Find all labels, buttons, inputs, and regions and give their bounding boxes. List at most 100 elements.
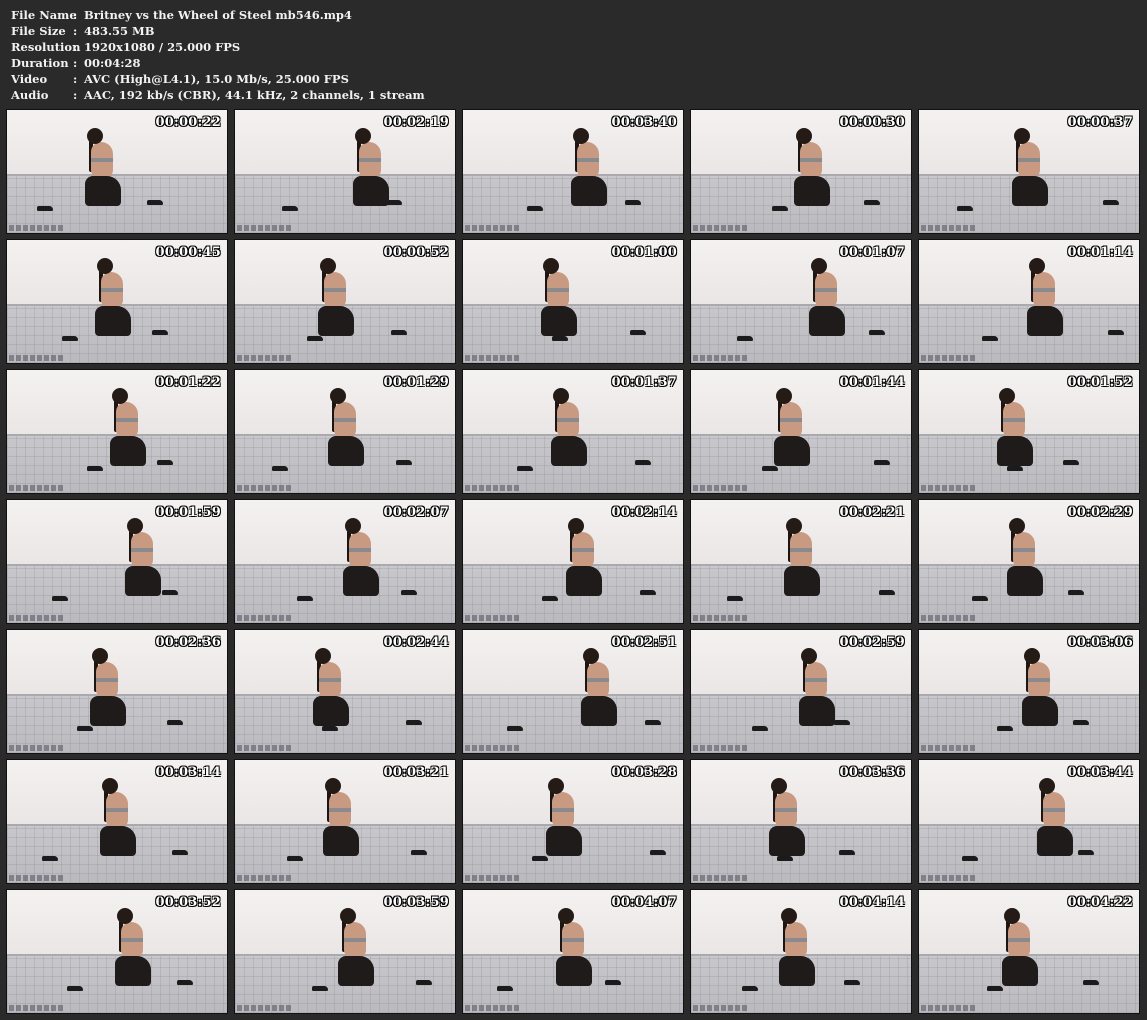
thumbnail-timestamp: 00:00:37 bbox=[1067, 115, 1133, 130]
video-thumbnail[interactable]: 00:01:59 bbox=[6, 499, 228, 624]
video-thumbnail[interactable]: 00:03:40 bbox=[462, 109, 684, 234]
shoe bbox=[1063, 460, 1079, 465]
video-thumbnail[interactable]: 00:03:28 bbox=[462, 759, 684, 884]
shoe bbox=[416, 980, 432, 985]
figure-harness bbox=[359, 158, 381, 162]
info-value: AAC, 192 kb/s (CBR), 44.1 kHz, 2 channel… bbox=[84, 88, 425, 102]
figure-legs bbox=[323, 826, 359, 856]
video-thumbnail[interactable]: 00:02:21 bbox=[690, 499, 912, 624]
video-thumbnail[interactable]: 00:01:52 bbox=[918, 369, 1140, 494]
video-thumbnail[interactable]: 00:02:29 bbox=[918, 499, 1140, 624]
video-thumbnail[interactable]: 00:02:19 bbox=[234, 109, 456, 234]
video-thumbnail[interactable]: 00:00:22 bbox=[6, 109, 228, 234]
figure-silhouette bbox=[558, 518, 604, 600]
figure-silhouette bbox=[330, 908, 376, 990]
video-thumbnail[interactable]: 00:02:51 bbox=[462, 629, 684, 754]
video-thumbnail[interactable]: 00:02:59 bbox=[690, 629, 912, 754]
video-thumbnail[interactable]: 00:04:22 bbox=[918, 889, 1140, 1014]
info-row: File Name: Britney vs the Wheel of Steel … bbox=[11, 7, 425, 23]
figure-harness bbox=[572, 548, 594, 552]
figure-harness bbox=[116, 418, 138, 422]
watermark bbox=[9, 1005, 65, 1011]
figure-legs bbox=[1027, 306, 1063, 336]
figure-head bbox=[102, 778, 118, 794]
figure-silhouette bbox=[315, 778, 361, 860]
video-thumbnail[interactable]: 00:03:14 bbox=[6, 759, 228, 884]
figure-harness bbox=[319, 678, 341, 682]
thumbnail-timestamp: 00:01:37 bbox=[611, 375, 677, 390]
video-thumbnail[interactable]: 00:03:21 bbox=[234, 759, 456, 884]
shoe bbox=[157, 460, 173, 465]
figure-silhouette bbox=[1029, 778, 1075, 860]
figure-harness bbox=[101, 288, 123, 292]
watermark bbox=[693, 875, 749, 881]
thumbnail-timestamp: 00:03:14 bbox=[155, 765, 221, 780]
video-thumbnail[interactable]: 00:01:37 bbox=[462, 369, 684, 494]
video-thumbnail[interactable]: 00:01:44 bbox=[690, 369, 912, 494]
info-separator: : bbox=[73, 24, 78, 38]
video-thumbnail[interactable]: 00:00:30 bbox=[690, 109, 912, 234]
figure-legs bbox=[1022, 696, 1058, 726]
video-thumbnail[interactable]: 00:04:14 bbox=[690, 889, 912, 1014]
figure-harness bbox=[1008, 938, 1030, 942]
thumbnail-timestamp: 00:03:21 bbox=[383, 765, 449, 780]
watermark bbox=[237, 355, 293, 361]
figure-harness bbox=[552, 808, 574, 812]
shoe bbox=[177, 980, 193, 985]
figure-head bbox=[97, 258, 113, 274]
shoe bbox=[272, 466, 288, 471]
thumbnail-timestamp: 00:03:36 bbox=[839, 765, 905, 780]
video-thumbnail[interactable]: 00:03:36 bbox=[690, 759, 912, 884]
figure-legs bbox=[110, 436, 146, 466]
info-separator: : bbox=[73, 40, 78, 54]
watermark bbox=[465, 615, 521, 621]
thumbnail-timestamp: 00:01:52 bbox=[1067, 375, 1133, 390]
figure-harness bbox=[775, 808, 797, 812]
shoe bbox=[630, 330, 646, 335]
shoe bbox=[391, 330, 407, 335]
info-value: Britney vs the Wheel of Steel mb546.mp4 bbox=[84, 8, 352, 22]
video-thumbnail[interactable]: 00:00:45 bbox=[6, 239, 228, 364]
watermark bbox=[237, 1005, 293, 1011]
info-value: 1920x1080 / 25.000 FPS bbox=[84, 40, 241, 54]
video-thumbnail[interactable]: 00:01:22 bbox=[6, 369, 228, 494]
video-thumbnail[interactable]: 00:01:14 bbox=[918, 239, 1140, 364]
figure-silhouette bbox=[107, 908, 153, 990]
shoe bbox=[839, 850, 855, 855]
figure-silhouette bbox=[999, 518, 1045, 600]
video-thumbnail[interactable]: 00:02:44 bbox=[234, 629, 456, 754]
video-thumbnail[interactable]: 00:00:37 bbox=[918, 109, 1140, 234]
figure-head bbox=[325, 778, 341, 794]
video-thumbnail[interactable]: 00:03:52 bbox=[6, 889, 228, 1014]
figure-harness bbox=[121, 938, 143, 942]
video-thumbnail[interactable]: 00:04:07 bbox=[462, 889, 684, 1014]
video-thumbnail[interactable]: 00:02:07 bbox=[234, 499, 456, 624]
video-thumbnail[interactable]: 00:00:52 bbox=[234, 239, 456, 364]
watermark bbox=[237, 225, 293, 231]
figure-legs bbox=[566, 566, 602, 596]
video-thumbnail[interactable]: 00:03:44 bbox=[918, 759, 1140, 884]
figure-head bbox=[112, 388, 128, 404]
shoe bbox=[874, 460, 890, 465]
figure-legs bbox=[1002, 956, 1038, 986]
file-info-panel: File Name: Britney vs the Wheel of Steel … bbox=[11, 7, 425, 103]
video-thumbnail[interactable]: 00:01:00 bbox=[462, 239, 684, 364]
watermark bbox=[693, 1005, 749, 1011]
video-thumbnail[interactable]: 00:02:36 bbox=[6, 629, 228, 754]
video-thumbnail[interactable]: 00:03:06 bbox=[918, 629, 1140, 754]
figure-head bbox=[811, 258, 827, 274]
watermark bbox=[465, 485, 521, 491]
figure-silhouette bbox=[1014, 648, 1060, 730]
video-thumbnail[interactable]: 00:01:07 bbox=[690, 239, 912, 364]
video-thumbnail[interactable]: 00:02:14 bbox=[462, 499, 684, 624]
figure-harness bbox=[562, 938, 584, 942]
figure-legs bbox=[313, 696, 349, 726]
figure-silhouette bbox=[77, 128, 123, 210]
video-thumbnail[interactable]: 00:03:59 bbox=[234, 889, 456, 1014]
video-thumbnail[interactable]: 00:01:29 bbox=[234, 369, 456, 494]
contact-sheet: File Name: Britney vs the Wheel of Steel … bbox=[0, 0, 1147, 1020]
figure-silhouette bbox=[989, 388, 1035, 470]
shoe bbox=[297, 596, 313, 601]
figure-legs bbox=[551, 436, 587, 466]
watermark bbox=[9, 485, 65, 491]
